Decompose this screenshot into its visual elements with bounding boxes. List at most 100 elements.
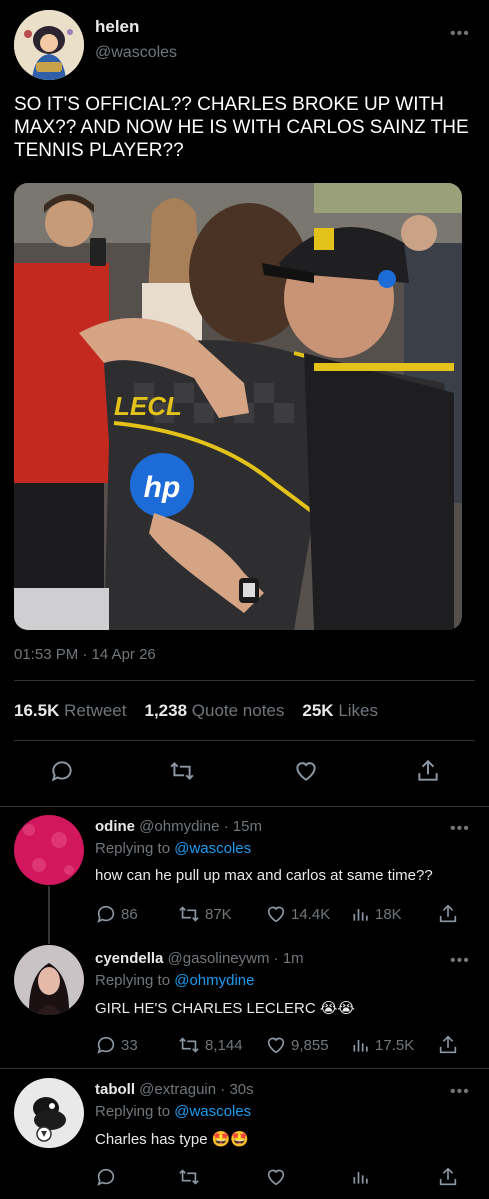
- like-button[interactable]: 9,855: [265, 1033, 329, 1057]
- divider: [14, 680, 475, 681]
- divider: [0, 1068, 489, 1069]
- retweets-count: 16.5K: [14, 701, 60, 720]
- quotes-count: 1,238: [144, 701, 188, 720]
- reply-author-handle[interactable]: @gasolineywm: [168, 950, 270, 967]
- tweet-text: SO IT'S OFFICIAL?? CHARLES BROKE UP WITH…: [14, 94, 469, 161]
- reply-count: 86: [121, 905, 138, 923]
- reply-icon: [97, 905, 115, 923]
- share-button[interactable]: [437, 1165, 459, 1189]
- reply-icon: [97, 1036, 115, 1054]
- like-count: 9,855: [291, 1036, 329, 1054]
- reply-avatar[interactable]: [14, 815, 84, 885]
- views-icon: [353, 1172, 368, 1184]
- author-avatar[interactable]: [14, 10, 84, 80]
- retweet-icon: [179, 1169, 199, 1185]
- likes-stat[interactable]: 25K Likes: [302, 701, 378, 721]
- reply-avatar[interactable]: [14, 1078, 84, 1148]
- retweet-icon[interactable]: [166, 755, 198, 787]
- divider: [0, 806, 489, 807]
- reply-header: taboll @extraguin · 30s: [95, 1081, 254, 1098]
- likes-count: 25K: [302, 701, 334, 720]
- views-icon: [353, 909, 368, 921]
- reply-header: cyendella @gasolineywm · 1m: [95, 950, 304, 967]
- retweets-label: Retweet: [64, 701, 127, 720]
- like-button[interactable]: 14.4K: [265, 902, 330, 926]
- replying-to: Replying to @ohmydine: [95, 972, 255, 989]
- views-button[interactable]: 17.5K: [351, 1033, 414, 1057]
- retweet-button[interactable]: 87K: [177, 902, 232, 926]
- share-button[interactable]: [437, 902, 459, 926]
- reply-actions: 33 8,144 9,855 17.5K: [95, 1033, 475, 1057]
- more-dots-icon[interactable]: •••: [450, 1083, 470, 1101]
- views-button[interactable]: [351, 1165, 375, 1189]
- reply-actions: [95, 1165, 475, 1189]
- more-dots-icon[interactable]: •••: [450, 25, 470, 43]
- quotes-stat[interactable]: 1,238 Quote notes: [144, 701, 284, 721]
- photo-illustration: LECL hp: [14, 183, 462, 630]
- replying-to: Replying to @wascoles: [95, 840, 251, 857]
- reply-button[interactable]: 86: [95, 902, 138, 926]
- reply-actions: 86 87K 14.4K 18K: [95, 902, 475, 926]
- retweet-button[interactable]: [177, 1165, 205, 1189]
- reply-author-name[interactable]: cyendella: [95, 950, 163, 967]
- retweet-count: 8,144: [205, 1036, 243, 1054]
- quotes-label: Quote notes: [191, 701, 285, 720]
- reply-text: how can he pull up max and carlos at sam…: [95, 867, 433, 884]
- heart-icon: [267, 1037, 285, 1054]
- share-icon: [439, 1035, 457, 1054]
- replying-to-label: Replying to: [95, 1103, 171, 1120]
- author-handle[interactable]: @wascoles: [95, 44, 177, 62]
- thread-line: [48, 886, 50, 944]
- reply-count: 33: [121, 1036, 138, 1054]
- tweet-timestamp[interactable]: 01:53 PM · 14 Apr 26: [14, 646, 156, 663]
- reply-time[interactable]: · 1m: [274, 950, 304, 967]
- replying-to-link[interactable]: @ohmydine: [174, 972, 254, 989]
- reply-author-handle[interactable]: @ohmydine: [139, 818, 219, 835]
- like-count: 14.4K: [291, 905, 331, 923]
- like-button[interactable]: [265, 1165, 291, 1189]
- view-count: 18K: [375, 905, 402, 923]
- hp-logo-text: hp: [144, 471, 181, 504]
- view-count: 17.5K: [375, 1036, 415, 1054]
- replying-to-link[interactable]: @wascoles: [174, 840, 251, 857]
- share-button[interactable]: [437, 1033, 459, 1057]
- retweet-button[interactable]: 8,144: [177, 1033, 243, 1057]
- views-icon: [353, 1040, 368, 1052]
- share-icon[interactable]: [412, 755, 444, 787]
- retweet-icon: [179, 906, 199, 922]
- replying-to: Replying to @wascoles: [95, 1103, 251, 1120]
- reply-header: odine @ohmydine · 15m: [95, 818, 262, 835]
- more-dots-icon[interactable]: •••: [450, 820, 470, 838]
- heart-icon[interactable]: [290, 755, 322, 787]
- retweet-count: 87K: [205, 905, 232, 923]
- retweet-icon: [179, 1037, 199, 1053]
- reply-icon[interactable]: [46, 755, 78, 787]
- retweets-stat[interactable]: 16.5K Retweet: [14, 701, 126, 721]
- likes-label: Likes: [338, 701, 378, 720]
- views-button[interactable]: 18K: [351, 902, 402, 926]
- reply-time[interactable]: · 30s: [220, 1081, 253, 1098]
- replying-to-label: Replying to: [95, 972, 171, 989]
- heart-icon: [267, 906, 285, 923]
- tweet-actions: [14, 755, 475, 795]
- reply-button[interactable]: [95, 1165, 121, 1189]
- heart-icon: [267, 1169, 285, 1186]
- replying-to-link[interactable]: @wascoles: [174, 1103, 251, 1120]
- divider: [14, 740, 475, 741]
- reply-avatar[interactable]: [14, 945, 84, 1015]
- reply-author-handle[interactable]: @extraguin: [139, 1081, 216, 1098]
- reply-icon: [97, 1168, 115, 1186]
- share-icon: [439, 1167, 457, 1186]
- reply-author-name[interactable]: taboll: [95, 1081, 135, 1098]
- reply-time[interactable]: · 15m: [224, 818, 262, 835]
- share-icon: [439, 904, 457, 923]
- reply-text: Charles has type 🤩🤩: [95, 1131, 250, 1148]
- more-dots-icon[interactable]: •••: [450, 952, 470, 970]
- reply-author-name[interactable]: odine: [95, 818, 135, 835]
- reply-button[interactable]: 33: [95, 1033, 138, 1057]
- tweet-photo[interactable]: LECL hp: [14, 183, 462, 630]
- author-name[interactable]: helen: [95, 17, 139, 37]
- replying-to-label: Replying to: [95, 840, 171, 857]
- tweet-stats: 16.5K Retweet 1,238 Quote notes 25K Like…: [14, 701, 378, 721]
- jersey-name-text: LECL: [114, 391, 182, 421]
